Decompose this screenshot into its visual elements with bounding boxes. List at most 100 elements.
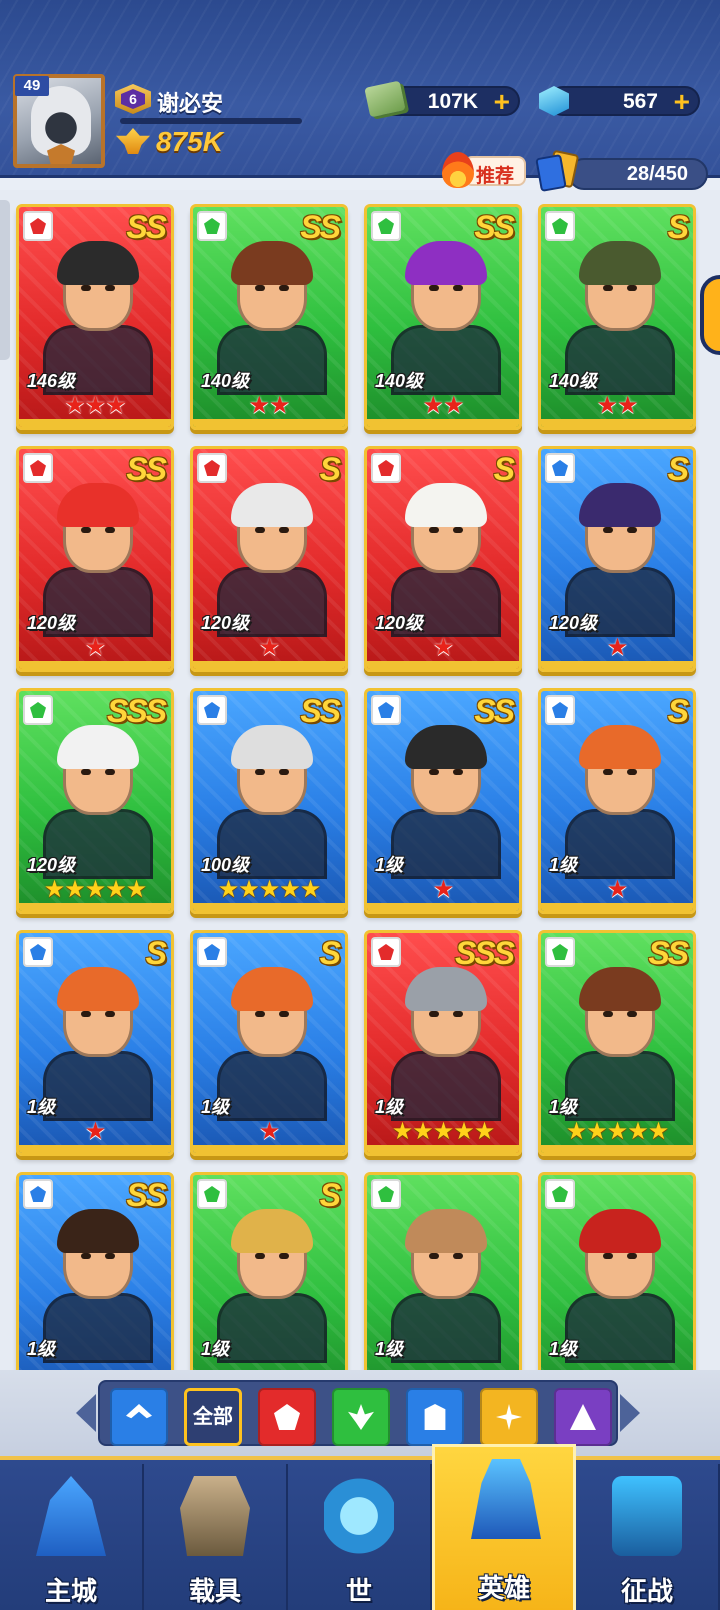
green-class-icon: [23, 695, 53, 725]
hero-eye: [429, 1011, 439, 1017]
class-glyph-icon: [552, 944, 568, 960]
filter-bar: 全部: [0, 1370, 720, 1456]
hero-card[interactable]: S 120级 ★: [538, 446, 696, 672]
red-class-icon: [23, 211, 53, 241]
hero-card[interactable]: S 1级 ★: [190, 930, 348, 1156]
hero-card[interactable]: 1级: [538, 1172, 696, 1370]
class-glyph-icon: [204, 1186, 220, 1202]
hero-eye: [603, 769, 613, 775]
hero-card[interactable]: S 120级 ★: [190, 446, 348, 672]
hero-eye: [453, 527, 463, 533]
hero-card[interactable]: SS 140级 ★★: [364, 204, 522, 430]
hero-eye: [603, 527, 613, 533]
nav-item-city[interactable]: 主城: [0, 1464, 144, 1610]
recommend-button[interactable]: 推荐: [442, 152, 528, 190]
green-class-icon: [545, 937, 575, 967]
card-frame-strip: [367, 1145, 519, 1153]
red-class-icon: [197, 453, 227, 483]
hero-level: 120级: [375, 613, 424, 633]
hero-cards-icon[interactable]: [535, 149, 580, 192]
all-filter[interactable]: 全部: [184, 1388, 242, 1446]
recommend-label: 推荐: [476, 166, 515, 187]
hero-level: 120级: [549, 613, 598, 633]
nav-item-world[interactable]: 世: [288, 1464, 432, 1610]
card-frame-strip: [193, 903, 345, 911]
hero-card[interactable]: SS 1级 ★★★★★: [538, 930, 696, 1156]
hero-card[interactable]: SSS 1级 ★★★★★: [364, 930, 522, 1156]
class-glyph-icon: [204, 218, 220, 234]
filter-right-arrow-icon[interactable]: [620, 1394, 640, 1432]
hero-card[interactable]: S 1级: [190, 1172, 348, 1370]
green-class-icon[interactable]: [332, 1388, 390, 1446]
class-glyph-icon: [378, 218, 394, 234]
add-gems-button[interactable]: +: [674, 88, 690, 116]
hero-level: 140级: [549, 371, 598, 391]
hero-grid[interactable]: SS 146级 ★★★ SS 140级 ★★ SS 140级 ★★ S 140级 ★★ SS 120级 ★ S…: [0, 190, 720, 1370]
red-class-icon[interactable]: [258, 1388, 316, 1446]
hero-body: [565, 1051, 675, 1121]
hero-hair: [405, 725, 487, 769]
player-level-badge: 49: [15, 76, 49, 96]
hero-eye: [81, 1253, 91, 1259]
hero-card[interactable]: SS 100级 ★★★★★: [190, 688, 348, 914]
filter-glyph-icon: [126, 1404, 152, 1419]
player-name: 谢必安: [157, 91, 224, 116]
green-class-icon: [197, 1179, 227, 1209]
class-glyph-icon: [204, 944, 220, 960]
hero-card[interactable]: S 1级 ★: [16, 930, 174, 1156]
side-event-icon[interactable]: [700, 275, 720, 355]
blue-class-icon[interactable]: [406, 1388, 464, 1446]
hero-body: [43, 1051, 153, 1121]
hero-hair: [57, 483, 139, 527]
hero-card[interactable]: SSS 120级 ★★★★★: [16, 688, 174, 914]
blue-class-icon: [23, 1179, 53, 1209]
hero-card[interactable]: S 140级 ★★: [538, 204, 696, 430]
class-glyph-icon: [30, 460, 46, 476]
card-front-icon: [535, 154, 567, 192]
hero-level: 1级: [375, 855, 404, 875]
hero-eye: [105, 769, 115, 775]
hero-eye: [453, 1253, 463, 1259]
hero-body: [217, 1293, 327, 1363]
class-glyph-icon: [30, 1186, 46, 1202]
vehicle-icon: [180, 1476, 250, 1556]
hero-hair: [405, 483, 487, 527]
gems-pill[interactable]: 567 +: [548, 86, 700, 116]
upgrade-filter-icon[interactable]: [110, 1388, 168, 1446]
card-frame-strip: [19, 419, 171, 427]
nav-item-campaign[interactable]: 征战: [576, 1464, 720, 1610]
hero-level: 1级: [201, 1339, 230, 1359]
hero-stars: ★: [258, 1118, 281, 1145]
hero-card[interactable]: SS 146级 ★★★: [16, 204, 174, 430]
hero-eye: [255, 769, 265, 775]
hero-card[interactable]: 1级: [364, 1172, 522, 1370]
nav-item-vehicle[interactable]: 载具: [144, 1464, 288, 1610]
hero-card[interactable]: SS 1级 ★: [364, 688, 522, 914]
hero-count: 28/450: [568, 158, 708, 190]
hero-eye: [255, 285, 265, 291]
hero-card[interactable]: S 1级 ★: [538, 688, 696, 914]
hero-portrait: [565, 1209, 675, 1363]
hero-hair: [231, 241, 313, 285]
hero-card[interactable]: S 120级 ★: [364, 446, 522, 672]
hero-eye: [105, 527, 115, 533]
class-glyph-icon: [204, 460, 220, 476]
filter-left-arrow-icon[interactable]: [76, 1394, 96, 1432]
class-glyph-icon: [552, 218, 568, 234]
nav-item-hero[interactable]: 英雄: [432, 1444, 576, 1610]
class-glyph-icon: [552, 702, 568, 718]
hero-card[interactable]: SS 140级 ★★: [190, 204, 348, 430]
hero-hair: [57, 241, 139, 285]
filter-glyph-icon: [570, 1404, 596, 1430]
hero-eye: [81, 1011, 91, 1017]
purple-class-icon[interactable]: [554, 1388, 612, 1446]
hero-eye: [255, 1253, 265, 1259]
hero-card[interactable]: SS 1级: [16, 1172, 174, 1370]
hero-body: [565, 1293, 675, 1363]
gold-class-icon[interactable]: [480, 1388, 538, 1446]
hero-hair: [231, 483, 313, 527]
hero-card[interactable]: SS 120级 ★: [16, 446, 174, 672]
scrollbar[interactable]: [0, 200, 10, 360]
class-glyph-icon: [552, 1186, 568, 1202]
add-cash-button[interactable]: +: [494, 88, 510, 116]
